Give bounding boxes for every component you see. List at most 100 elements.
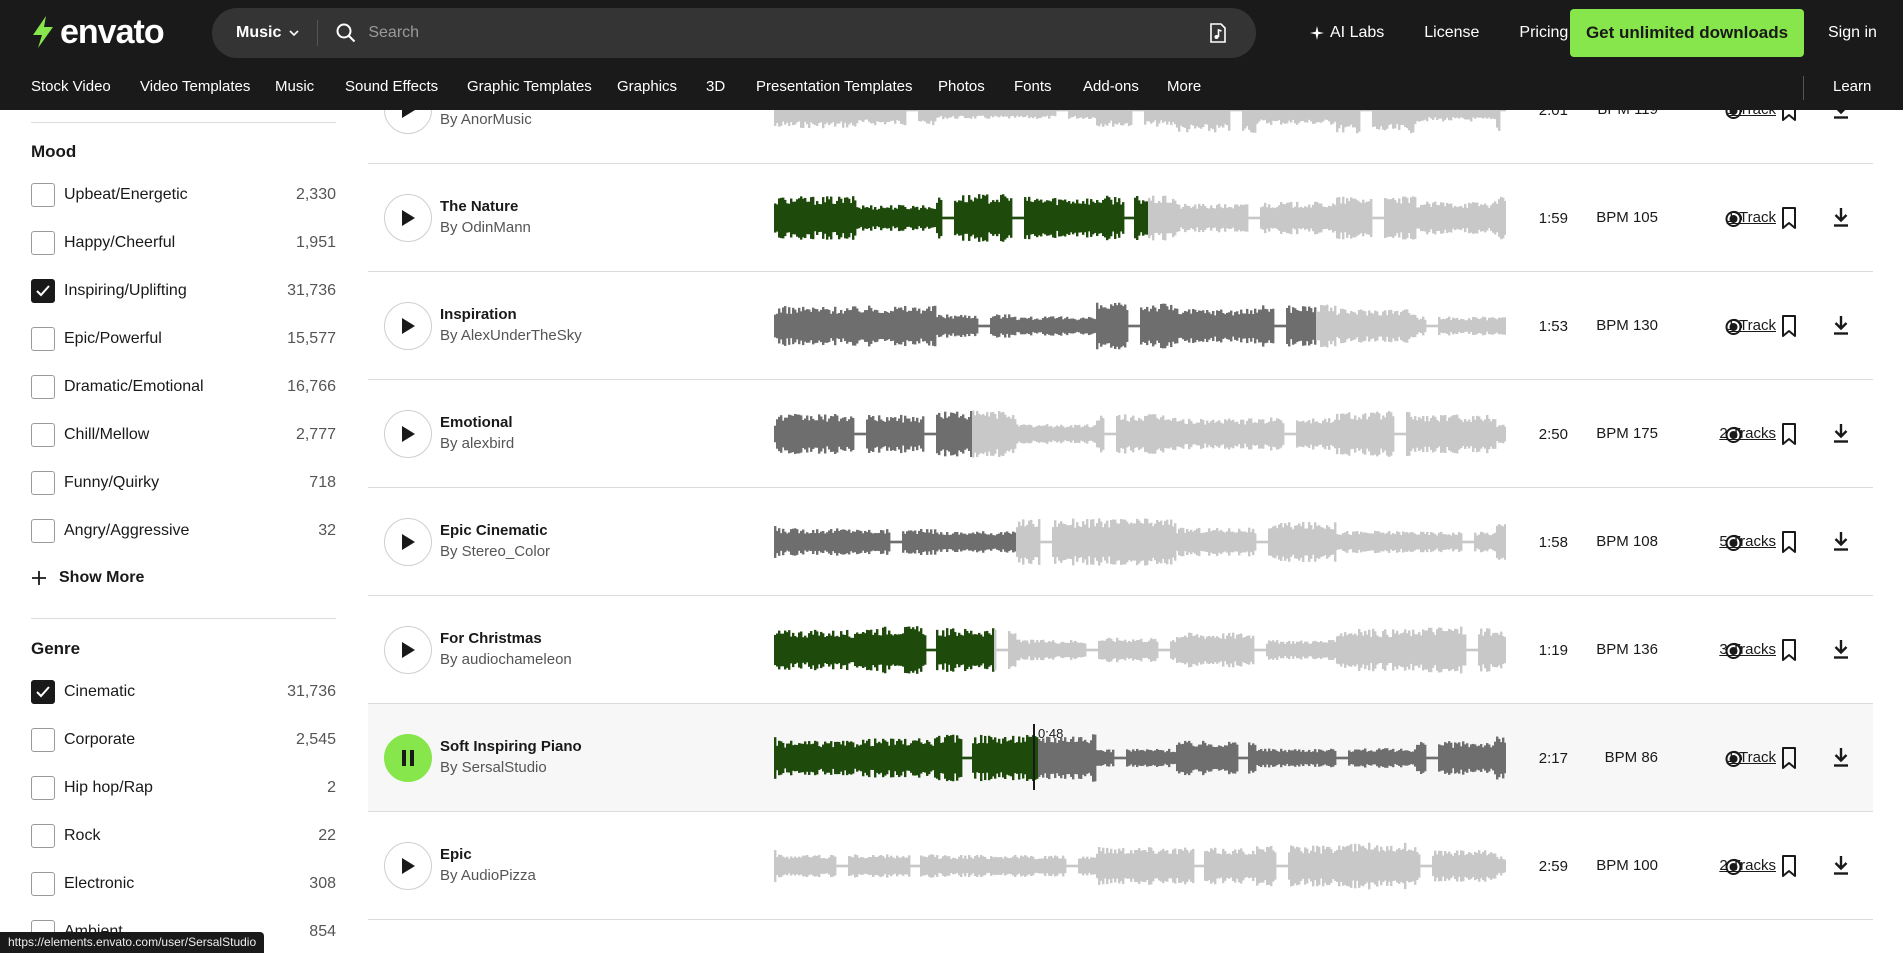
- category-3d[interactable]: 3D: [706, 78, 725, 95]
- category-more[interactable]: More: [1167, 78, 1201, 95]
- waveform[interactable]: [774, 514, 1506, 570]
- download-icon[interactable]: [1829, 637, 1853, 661]
- compare-icon[interactable]: [1724, 530, 1748, 554]
- category-presentation-templates[interactable]: Presentation Templates: [756, 78, 912, 95]
- waveform[interactable]: [774, 838, 1506, 894]
- track-count-link[interactable]: 1 Track: [1648, 209, 1776, 226]
- get-unlimited-downloads-button[interactable]: Get unlimited downloads: [1570, 9, 1804, 57]
- envato-logo[interactable]: envato: [30, 13, 165, 51]
- category-video-templates[interactable]: Video Templates: [140, 78, 250, 95]
- filter-checkbox[interactable]: [31, 776, 55, 800]
- download-icon[interactable]: [1829, 529, 1853, 553]
- track-row[interactable]: Emotional By alexbird 2:50 BPM 175 2 Tracks: [368, 380, 1873, 488]
- download-icon[interactable]: [1829, 110, 1853, 121]
- waveform[interactable]: [774, 622, 1506, 678]
- filter-mood-item[interactable]: Angry/Aggressive 32: [31, 517, 336, 545]
- track-row[interactable]: Epic Cinematic By Stereo_Color 1:58 BPM 108…: [368, 488, 1873, 596]
- filter-checkbox[interactable]: [31, 375, 55, 399]
- compare-icon[interactable]: [1724, 854, 1748, 878]
- category-photos[interactable]: Photos: [938, 78, 985, 95]
- bookmark-icon[interactable]: [1777, 530, 1801, 554]
- bookmark-icon[interactable]: [1777, 422, 1801, 446]
- compare-icon[interactable]: [1724, 206, 1748, 230]
- sign-in-link[interactable]: Sign in: [1828, 24, 1877, 42]
- track-row[interactable]: Is SpecialBy AnorMusic2:01BPM 1191 Track: [368, 110, 1873, 164]
- compare-icon[interactable]: [1724, 746, 1748, 770]
- filter-checkbox[interactable]: [31, 680, 55, 704]
- track-row[interactable]: Inspiration By AlexUnderTheSky 1:53 BPM 130…: [368, 272, 1873, 380]
- filter-mood-item[interactable]: Chill/Mellow 2,777: [31, 421, 336, 449]
- track-row[interactable]: For Christmas By audiochameleon 1:19 BPM 13…: [368, 596, 1873, 704]
- filter-label: Corporate: [64, 731, 136, 748]
- waveform[interactable]: [774, 730, 1506, 786]
- bookmark-icon[interactable]: [1777, 110, 1801, 122]
- bookmark-icon[interactable]: [1777, 746, 1801, 770]
- bookmark-icon[interactable]: [1777, 638, 1801, 662]
- track-row[interactable]: Soft Inspiring Piano By SersalStudio 0:48 2…: [368, 704, 1873, 812]
- filter-genre-item[interactable]: Hip hop/Rap 2: [31, 774, 336, 802]
- download-icon[interactable]: [1829, 205, 1853, 229]
- filter-checkbox[interactable]: [31, 824, 55, 848]
- category-add-ons[interactable]: Add-ons: [1083, 78, 1139, 95]
- filter-mood-item[interactable]: Happy/Cheerful 1,951: [31, 229, 336, 257]
- track-count-link[interactable]: 2 Tracks: [1648, 857, 1776, 874]
- track-row[interactable]: Epic By AudioPizza 2:59 BPM 100 2 Tracks: [368, 812, 1873, 920]
- compare-icon[interactable]: [1724, 422, 1748, 446]
- category-graphics[interactable]: Graphics: [617, 78, 677, 95]
- pricing-link[interactable]: Pricing: [1519, 24, 1568, 42]
- search-input[interactable]: [368, 24, 1189, 42]
- waveform[interactable]: [774, 110, 1506, 138]
- waveform[interactable]: [774, 406, 1506, 462]
- download-icon[interactable]: [1829, 853, 1853, 877]
- filter-checkbox[interactable]: [31, 327, 55, 351]
- ai-labs-link[interactable]: AI Labs: [1310, 24, 1384, 42]
- filter-mood-item[interactable]: Upbeat/Energetic 2,330: [31, 181, 336, 209]
- filter-checkbox[interactable]: [31, 728, 55, 752]
- filter-genre-item[interactable]: Cinematic 31,736: [31, 678, 336, 706]
- category-music[interactable]: Music: [275, 78, 314, 95]
- track-count-link[interactable]: 1 Track: [1648, 317, 1776, 334]
- waveform[interactable]: [774, 190, 1506, 246]
- waveform[interactable]: [774, 298, 1506, 354]
- filter-genre-item[interactable]: Rock 22: [31, 822, 336, 850]
- music-search-icon[interactable]: [1206, 21, 1230, 45]
- track-count-link[interactable]: 3 Tracks: [1648, 641, 1776, 658]
- bookmark-icon[interactable]: [1777, 854, 1801, 878]
- download-icon[interactable]: [1829, 421, 1853, 445]
- category-graphic-templates[interactable]: Graphic Templates: [467, 78, 592, 95]
- filter-mood-item[interactable]: Epic/Powerful 15,577: [31, 325, 336, 353]
- track-count-link[interactable]: 2 Tracks: [1648, 425, 1776, 442]
- bookmark-icon[interactable]: [1777, 206, 1801, 230]
- filter-checkbox[interactable]: [31, 519, 55, 543]
- filter-checkbox[interactable]: [31, 872, 55, 896]
- filter-genre-item[interactable]: Electronic 308: [31, 870, 336, 898]
- filter-checkbox[interactable]: [31, 231, 55, 255]
- download-icon[interactable]: [1829, 313, 1853, 337]
- track-count-link[interactable]: 1 Track: [1648, 110, 1776, 118]
- filter-checkbox[interactable]: [31, 471, 55, 495]
- category-stock-video[interactable]: Stock Video: [31, 78, 111, 95]
- search-category-select[interactable]: Music: [236, 24, 299, 42]
- license-link[interactable]: License: [1424, 24, 1479, 42]
- learn-link[interactable]: Learn: [1833, 78, 1871, 95]
- filter-genre-item[interactable]: Corporate 2,545: [31, 726, 336, 754]
- filter-mood-item[interactable]: Funny/Quirky 718: [31, 469, 336, 497]
- filter-checkbox[interactable]: [31, 279, 55, 303]
- search-icon: [336, 23, 356, 43]
- compare-icon[interactable]: [1724, 110, 1748, 122]
- filter-checkbox[interactable]: [31, 183, 55, 207]
- category-fonts[interactable]: Fonts: [1014, 78, 1052, 95]
- download-icon[interactable]: [1829, 745, 1853, 769]
- filter-mood-item[interactable]: Inspiring/Uplifting 31,736: [31, 277, 336, 305]
- filter-count: 22: [318, 827, 336, 844]
- category-sound-effects[interactable]: Sound Effects: [345, 78, 438, 95]
- filter-checkbox[interactable]: [31, 423, 55, 447]
- compare-icon[interactable]: [1724, 638, 1748, 662]
- track-row[interactable]: The Nature By OdinMann 1:59 BPM 105 1 Track: [368, 164, 1873, 272]
- track-count-link[interactable]: 5 Tracks: [1648, 533, 1776, 550]
- show-more-button[interactable]: Show More: [31, 569, 144, 587]
- compare-icon[interactable]: [1724, 314, 1748, 338]
- bookmark-icon[interactable]: [1777, 314, 1801, 338]
- track-count-link[interactable]: 1 Track: [1648, 749, 1776, 766]
- filter-mood-item[interactable]: Dramatic/Emotional 16,766: [31, 373, 336, 401]
